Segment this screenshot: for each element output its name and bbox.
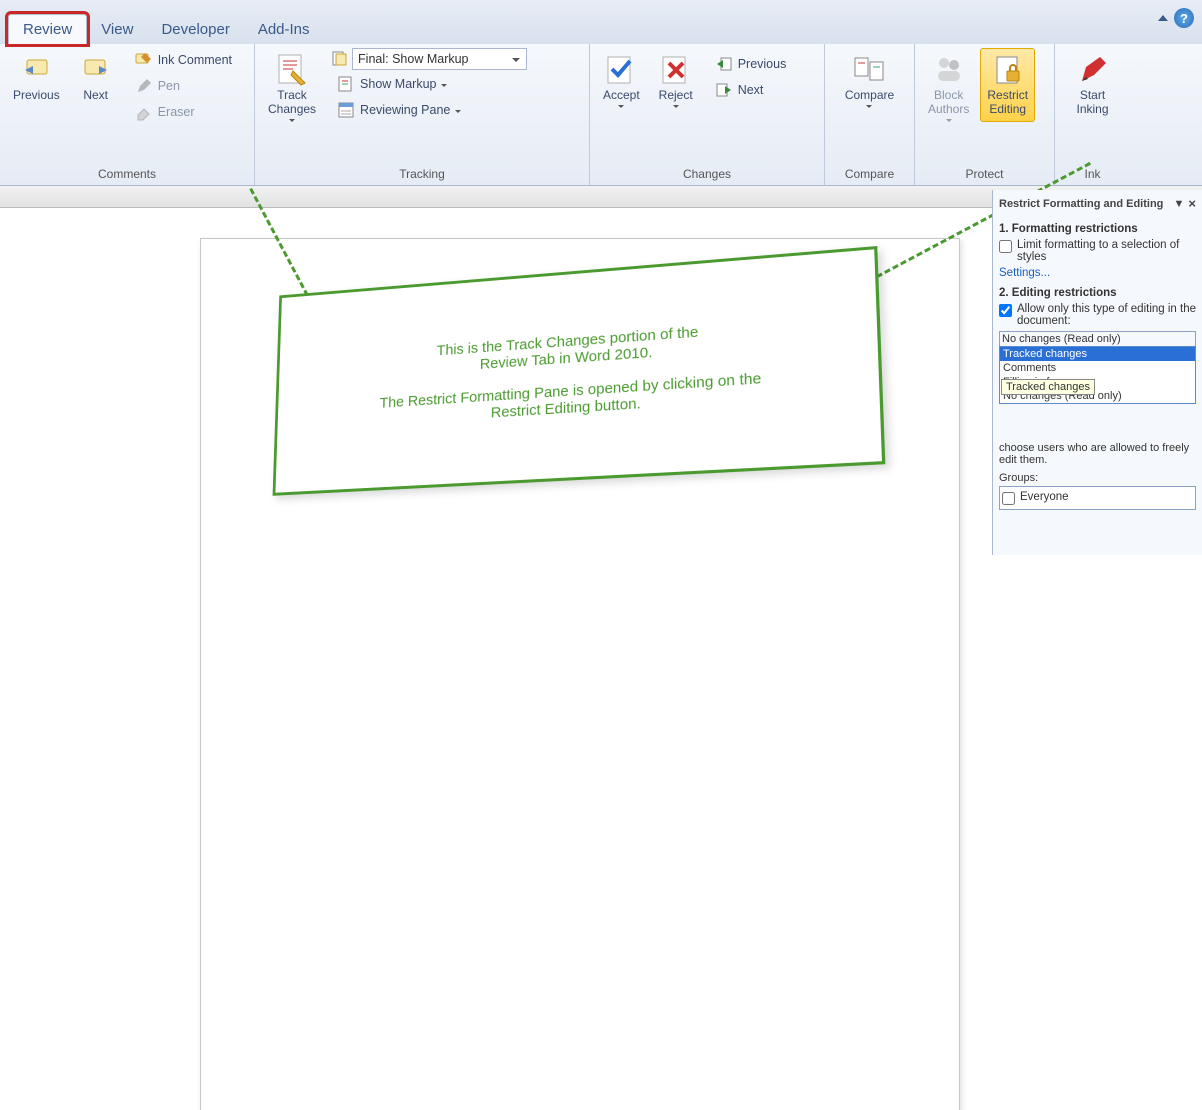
track-changes-button[interactable]: Track Changes — [261, 48, 323, 127]
start-inking-button[interactable]: Start Inking — [1068, 48, 1118, 122]
next-change-label: Next — [738, 83, 764, 97]
block-authors-label: Block Authors — [928, 89, 969, 117]
chevron-down-icon — [946, 119, 952, 122]
accept-label: Accept — [603, 88, 640, 102]
reviewing-pane-button[interactable]: Reviewing Pane — [331, 98, 527, 122]
track-changes-icon — [275, 53, 309, 87]
limit-formatting-input[interactable] — [999, 240, 1012, 253]
start-inking-icon — [1076, 53, 1110, 87]
help-icon[interactable]: ? — [1174, 8, 1194, 28]
show-markup-label: Show Markup — [360, 77, 436, 91]
reviewing-pane-icon — [337, 101, 355, 119]
formatting-restrictions-header: 1. Formatting restrictions — [999, 223, 1196, 235]
everyone-label: Everyone — [1020, 491, 1069, 503]
everyone-checkbox[interactable]: Everyone — [1002, 491, 1193, 505]
close-icon[interactable]: × — [1188, 196, 1196, 211]
eraser-button[interactable]: Eraser — [129, 100, 238, 124]
chevron-down-icon — [866, 105, 872, 108]
allow-only-checkbox[interactable]: Allow only this type of editing in the d… — [999, 303, 1196, 327]
chevron-down-icon — [673, 105, 679, 108]
start-inking-label: Start Inking — [1076, 89, 1108, 117]
tab-review[interactable]: Review — [8, 14, 87, 44]
ribbon: Previous Next Ink Comment — [0, 44, 1202, 186]
track-changes-label: Track Changes — [268, 89, 316, 117]
display-for-review-select[interactable]: Final: Show Markup — [352, 48, 527, 70]
chevron-down-icon — [441, 84, 447, 87]
reviewing-pane-label: Reviewing Pane — [360, 103, 450, 117]
chevron-down-icon — [289, 119, 295, 122]
allow-only-input[interactable] — [999, 304, 1012, 317]
reject-label: Reject — [659, 88, 693, 102]
pen-button[interactable]: Pen — [129, 74, 238, 98]
pane-dropdown-icon[interactable]: ▼ — [1174, 198, 1185, 210]
dropdown-option[interactable]: Comments — [1000, 361, 1195, 375]
editing-type-value: No changes (Read only) — [1002, 333, 1121, 345]
limit-formatting-checkbox[interactable]: Limit formatting to a selection of style… — [999, 239, 1196, 263]
chevron-down-icon — [618, 105, 624, 108]
changes-group-label: Changes — [596, 165, 818, 183]
ribbon-tabs: Review View Developer Add-Ins ? — [0, 0, 1202, 44]
previous-change-label: Previous — [738, 57, 787, 71]
show-markup-button[interactable]: Show Markup — [331, 72, 527, 96]
limit-formatting-label: Limit formatting to a selection of style… — [1017, 239, 1196, 263]
chevron-down-icon — [455, 110, 461, 113]
compare-label: Compare — [845, 88, 894, 102]
block-authors-button[interactable]: Block Authors — [921, 48, 976, 127]
accept-icon — [604, 53, 638, 87]
editing-type-select[interactable]: No changes (Read only) — [999, 331, 1196, 347]
eraser-icon — [135, 103, 153, 121]
restrict-editing-label: Restrict Editing — [987, 89, 1028, 117]
tracking-group-label: Tracking — [261, 165, 583, 183]
next-change-button[interactable]: Next — [709, 78, 793, 102]
editing-type-dropdown[interactable]: Tracked changes Comments Filling in form… — [999, 346, 1196, 404]
pane-title: Restrict Formatting and Editing — [999, 198, 1163, 210]
next-comment-icon — [79, 53, 113, 87]
compare-button[interactable]: Compare — [838, 48, 901, 113]
next-change-icon — [715, 81, 733, 99]
tab-addins[interactable]: Add-Ins — [244, 15, 324, 44]
block-authors-icon — [932, 53, 966, 87]
eraser-label: Eraser — [158, 105, 195, 119]
reject-button[interactable]: Reject — [651, 48, 701, 113]
accept-button[interactable]: Accept — [596, 48, 647, 113]
groups-list[interactable]: Everyone — [999, 486, 1196, 510]
dropdown-tooltip: Tracked changes — [1001, 379, 1095, 395]
reject-icon — [659, 53, 693, 87]
restrict-formatting-pane: Restrict Formatting and Editing ▼ × 1. F… — [992, 190, 1202, 555]
minimize-ribbon-icon[interactable] — [1158, 15, 1168, 21]
pen-label: Pen — [158, 79, 180, 93]
previous-change-button[interactable]: Previous — [709, 52, 793, 76]
display-for-review-icon — [331, 50, 349, 68]
previous-comment-button[interactable]: Previous — [6, 48, 67, 108]
allow-only-label: Allow only this type of editing in the d… — [1017, 303, 1196, 327]
display-for-review-value: Final: Show Markup — [358, 52, 468, 66]
ink-comment-label: Ink Comment — [158, 53, 232, 67]
exceptions-text: choose users who are allowed to freely e… — [999, 442, 1196, 466]
dropdown-option[interactable]: Tracked changes — [1000, 347, 1195, 361]
next-comment-button[interactable]: Next — [71, 48, 121, 108]
settings-link[interactable]: Settings... — [999, 267, 1196, 279]
ink-comment-button[interactable]: Ink Comment — [129, 48, 238, 72]
comments-group-label: Comments — [6, 165, 248, 183]
groups-label: Groups: — [999, 472, 1196, 484]
ink-comment-icon — [135, 51, 153, 69]
show-markup-icon — [337, 75, 355, 93]
compare-group-label: Compare — [831, 165, 908, 183]
restrict-editing-button[interactable]: Restrict Editing — [980, 48, 1035, 122]
protect-group-label: Protect — [921, 165, 1048, 183]
previous-comment-icon — [19, 53, 53, 87]
editing-restrictions-header: 2. Editing restrictions — [999, 287, 1196, 299]
compare-icon — [852, 53, 886, 87]
tab-developer[interactable]: Developer — [147, 15, 243, 44]
previous-change-icon — [715, 55, 733, 73]
pen-icon — [135, 77, 153, 95]
restrict-editing-icon — [991, 53, 1025, 87]
tab-view[interactable]: View — [87, 15, 147, 44]
everyone-input[interactable] — [1002, 492, 1015, 505]
